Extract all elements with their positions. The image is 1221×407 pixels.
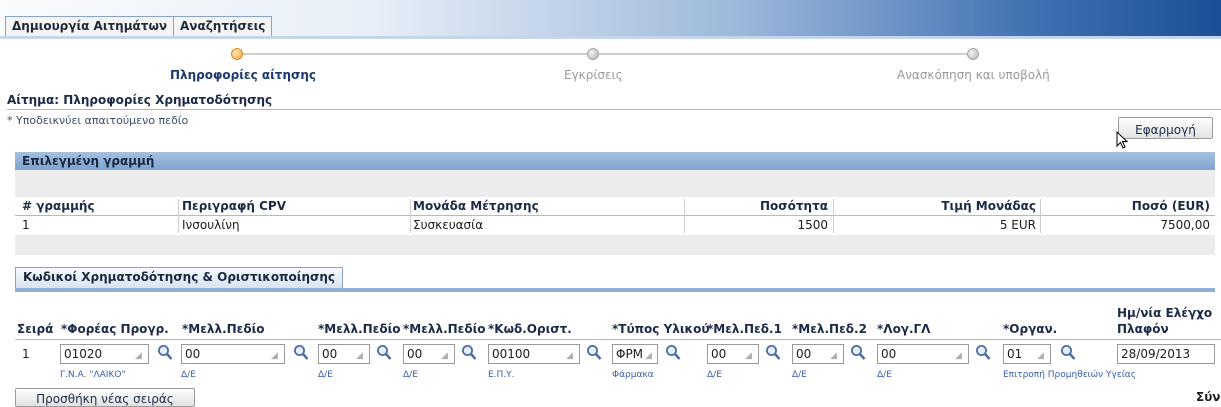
table-header-divider [15,215,1215,216]
column-divider [1040,199,1041,233]
dropdown-marker-icon: ◢ [955,351,962,361]
cell-cpv-description: Ινσουλίνη [182,218,240,232]
column-divider [833,199,834,233]
column-header-field-2: *Μελ.Πεδ.2 [792,322,867,336]
column-header-future-field: *Μελλ.Πεδίο [318,322,401,336]
table-header-divider [15,339,1221,340]
train-connector [593,53,973,55]
magnifier-icon[interactable] [665,344,681,361]
section-spacer [15,170,1215,197]
cell-amount: 7500,00 [1160,218,1210,232]
dropdown-marker-icon: ◢ [1037,351,1044,361]
step-icon [587,48,599,60]
magnifier-icon[interactable] [1060,344,1076,361]
cell-line-no: 1 [22,218,30,232]
page-title: Αίτημα: Πληροφορίες Χρηματοδότησης [7,93,273,107]
section-header-selected-line: Επιλεγμένη γραμμή [15,152,1215,170]
cell-row-number: 1 [22,347,30,361]
field-2-description: Δ/Ε [792,370,807,380]
cell-unit-price: 5 EUR [999,218,1036,232]
dropdown-marker-icon: ◢ [830,351,837,361]
dropdown-marker-icon: ◢ [441,351,448,361]
material-type-description: Φάρμακα [612,370,654,380]
required-field-note: * Υποδεικνύει απαιτούμενο πεδίο [7,114,189,127]
cell-quantity: 1500 [797,218,828,232]
step-current-icon [231,48,243,60]
dropdown-marker-icon: ◢ [745,351,752,361]
section-footer [15,235,1215,255]
organization-description: Επιτροπή Προμηθειών Υγείας [1003,370,1136,380]
column-header-row: Σειρά [17,322,54,336]
column-header-line-no: # γραμμής [22,199,95,213]
future-field-description: Δ/Ε [318,370,333,380]
magnifier-icon[interactable] [157,344,173,361]
step-label-request-info: Πληροφορίες αίτησης [170,68,317,82]
agency-description: Γ.Ν.Α. "ΛΑΙΚΟ" [60,370,126,380]
dropdown-marker-icon: ◢ [356,351,363,361]
train-connector [240,53,593,55]
total-label: Σύν [1196,390,1221,404]
tab-strip [0,36,1221,39]
column-header-final-code: *Κωδ.Οριστ. [488,322,572,336]
check-date-input[interactable]: 28/09/2013 [1117,344,1215,364]
step-label-approvals: Εγκρίσεις [564,68,623,82]
magnifier-icon[interactable] [586,344,602,361]
column-header-material-type: *Τύπος Υλικού [612,322,710,336]
column-header-check-date-2: Πλαφόν [1117,322,1169,336]
dropdown-marker-icon: ◢ [135,351,142,361]
tab-create-requests[interactable]: Δημιουργία Αιτημάτων [5,16,175,36]
tab-searches[interactable]: Αναζητήσεις [173,16,273,36]
magnifier-icon[interactable] [850,344,866,361]
column-divider [410,199,411,233]
column-header-check-date: Ημ/νία Ελέγχο [1117,306,1213,320]
column-header-unit-price: Τιμή Μονάδας [941,199,1036,213]
future-field-description: Δ/Ε [181,370,196,380]
column-divider [178,199,179,233]
column-header-amount: Ποσό (EUR) [1131,199,1210,213]
final-code-description: Ε.Π.Υ. [488,370,515,380]
column-header-unit: Μονάδα Μέτρησης [413,199,539,213]
field-1-description: Δ/Ε [707,370,722,380]
apply-button[interactable]: Εφαρμογή [1118,117,1213,139]
tab-content-border [15,288,1215,292]
step-label-review-submit: Ανασκόπηση και υποβολή [897,68,1050,82]
column-header-organization: *Οργαν. [1003,322,1058,336]
gl-account-description: Δ/Ε [877,370,892,380]
column-header-agency: *Φορέας Προγρ. [61,322,169,336]
column-header-gl-account: *Λογ.ΓΛ [877,322,931,336]
column-header-future-field: *Μελλ.Πεδίο [182,322,265,336]
magnifier-icon[interactable] [461,344,477,361]
future-field-description: Δ/Ε [403,370,418,380]
dropdown-marker-icon: ◢ [645,351,652,361]
magnifier-icon[interactable] [765,344,781,361]
column-divider [684,199,685,233]
column-header-quantity: Ποσότητα [760,199,828,213]
step-icon [967,48,979,60]
magnifier-icon[interactable] [975,344,991,361]
dropdown-marker-icon: ◢ [271,351,278,361]
mouse-cursor-icon [1116,131,1129,149]
dropdown-marker-icon: ◢ [566,351,573,361]
title-divider [7,109,1221,110]
cell-unit: Συσκευασία [413,218,484,232]
column-header-cpv-description: Περιγραφή CPV [182,199,286,213]
tab-funding-codes[interactable]: Κωδικοί Χρηματοδότησης & Οριστικοποίησης [15,267,344,288]
magnifier-icon[interactable] [293,344,309,361]
add-row-button[interactable]: Προσθήκη νέας σειράς [15,388,195,407]
future-field-input[interactable]: 00 [181,344,285,364]
column-header-field-1: *Μελ.Πεδ.1 [707,322,782,336]
magnifier-icon[interactable] [376,344,392,361]
column-header-future-field: *Μελλ.Πεδίο [403,322,486,336]
